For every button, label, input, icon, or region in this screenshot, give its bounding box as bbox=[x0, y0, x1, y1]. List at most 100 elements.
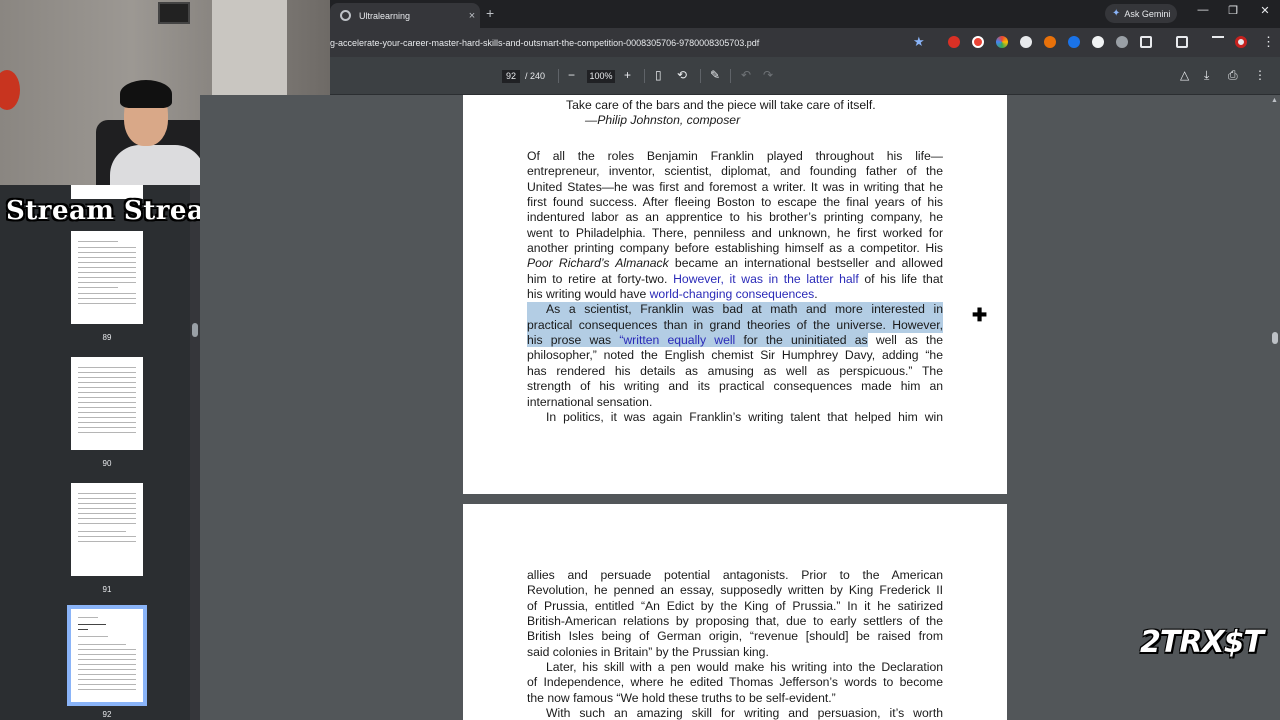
thumbnail-sidebar: 89 90 91 92 bbox=[0, 185, 200, 720]
close-tab-icon[interactable]: × bbox=[464, 10, 480, 22]
text-span: his prose was bbox=[527, 333, 620, 348]
sparkle-icon: ✦ bbox=[1112, 8, 1121, 19]
text-span: became an international bestseller and a… bbox=[668, 256, 943, 271]
minimize-button[interactable]: — bbox=[1188, 4, 1218, 16]
crosshair-cursor-icon: ✚ bbox=[972, 305, 988, 325]
link-text[interactable]: world-changing consequences bbox=[650, 287, 815, 301]
document-scrollbar[interactable]: ▲ bbox=[1270, 95, 1280, 720]
thumbnail-page-number: 91 bbox=[102, 585, 112, 594]
text-line: allies and persuade potential antagonist… bbox=[527, 568, 943, 582]
tab-title: Ultralearning bbox=[359, 10, 411, 21]
scroll-up-icon[interactable]: ▲ bbox=[1271, 97, 1278, 104]
text-line: of Independence, where he edited Thomas … bbox=[527, 675, 943, 690]
text-line: his prose was “written equally well for … bbox=[527, 333, 943, 348]
picture-frame bbox=[158, 2, 190, 24]
text-line: Later, his skill with a pen would make h… bbox=[546, 660, 943, 675]
link-text[interactable]: “written equally well bbox=[619, 333, 735, 347]
screen: Ultralearning × + ✦ Ask Gemini — ❐ ✕ g-a… bbox=[0, 0, 1280, 720]
extension-icon[interactable] bbox=[1116, 36, 1128, 48]
scrollbar-thumb[interactable] bbox=[1272, 332, 1278, 344]
text-line: Revolution, he penned an essay, supposed… bbox=[527, 583, 943, 598]
ask-gemini-label: Ask Gemini bbox=[1124, 8, 1171, 19]
divider bbox=[558, 69, 559, 83]
close-window-button[interactable]: ✕ bbox=[1250, 4, 1280, 17]
text-line: went to Philadelphia. There, penniless a… bbox=[527, 225, 943, 240]
undo-icon[interactable]: ↶ bbox=[741, 68, 751, 82]
highlighted-line[interactable]: practical consequences than in grand the… bbox=[527, 317, 943, 334]
extension-icon[interactable] bbox=[972, 36, 984, 48]
ask-gemini-button[interactable]: ✦ Ask Gemini bbox=[1105, 4, 1178, 23]
media-icon[interactable] bbox=[1176, 36, 1188, 48]
print-icon[interactable]: ⎙ bbox=[1228, 68, 1238, 83]
restore-button[interactable]: ❐ bbox=[1218, 4, 1248, 17]
thumbnail-page[interactable] bbox=[71, 483, 143, 576]
text-span: for the uninitiated as bbox=[735, 333, 868, 348]
extension-icon[interactable] bbox=[1044, 36, 1056, 48]
zoom-out-button[interactable]: − bbox=[568, 68, 575, 82]
page-total: / 240 bbox=[525, 71, 546, 81]
highlighted-span[interactable]: his prose was “written equally well for … bbox=[527, 333, 868, 348]
link-text[interactable]: However, it was in the latter half bbox=[673, 272, 859, 286]
sidebar-scrollbar[interactable] bbox=[190, 185, 200, 720]
redo-icon[interactable]: ↷ bbox=[763, 68, 773, 82]
text-line: United States—he was first and foremost … bbox=[527, 179, 943, 194]
text-line: of Prussia, entitled “An Edict by the Ki… bbox=[527, 598, 943, 613]
pdf-viewer: Take care of the bars and the piece will… bbox=[200, 95, 1270, 720]
thumbnail-page-selected[interactable] bbox=[67, 605, 147, 706]
bookmark-star-icon[interactable]: ★ bbox=[913, 34, 925, 50]
text-line: another printing company before establis… bbox=[527, 241, 943, 256]
address-bar[interactable]: g-accelerate-your-career-master-hard-ski… bbox=[330, 34, 930, 52]
text-line: said colonies in Britain” by the Prussia… bbox=[527, 644, 769, 659]
divider bbox=[644, 69, 645, 83]
thumbnail-page[interactable] bbox=[71, 231, 143, 324]
extension-icon[interactable] bbox=[1020, 36, 1032, 48]
text-span: of his life that bbox=[858, 271, 944, 286]
thumbnail-page-number: 90 bbox=[102, 459, 112, 468]
text-line: Poor Richard’s Almanack became an intern… bbox=[527, 256, 943, 271]
text-line: British-American relations by proposing … bbox=[527, 614, 943, 629]
body-text: Of all the roles Benjamin Franklin playe… bbox=[527, 149, 943, 425]
extension-icon[interactable] bbox=[996, 36, 1008, 48]
extension-icon[interactable] bbox=[1068, 36, 1080, 48]
scrollbar-thumb[interactable] bbox=[192, 323, 198, 337]
divider bbox=[730, 69, 731, 83]
text-line: Of all the roles Benjamin Franklin playe… bbox=[527, 149, 943, 163]
profile-avatar[interactable] bbox=[1235, 36, 1247, 48]
text-span: . bbox=[814, 287, 818, 302]
annotate-icon[interactable]: ✎ bbox=[710, 68, 720, 82]
menu-icon[interactable]: ⋮ bbox=[1262, 34, 1275, 50]
text-line: entrepreneur, inventor, scientist, diplo… bbox=[527, 164, 943, 179]
text-line: In politics, it was again Franklin’s wri… bbox=[546, 409, 943, 424]
new-tab-button[interactable]: + bbox=[486, 5, 494, 21]
zoom-in-button[interactable]: + bbox=[624, 68, 631, 82]
extension-icon[interactable] bbox=[948, 36, 960, 48]
download-icon[interactable]: ⤓ bbox=[1204, 68, 1209, 83]
text-line: philosopher,” noted the English chemist … bbox=[527, 348, 943, 363]
fit-page-icon[interactable]: ▯ bbox=[655, 68, 662, 82]
text-span: his writing would have bbox=[527, 287, 650, 302]
pdf-page: Take care of the bars and the piece will… bbox=[463, 95, 1007, 494]
more-options-icon[interactable]: ⋮ bbox=[1254, 68, 1266, 82]
text-line: his writing would have world-changing co… bbox=[527, 287, 943, 302]
channel-logo: 2TRX$T bbox=[1140, 625, 1264, 660]
pdf-page: allies and persuade potential antagonist… bbox=[463, 504, 1007, 720]
zoom-input[interactable]: 100% bbox=[587, 70, 615, 83]
body-text: allies and persuade potential antagonist… bbox=[527, 568, 943, 720]
text-line: the now famous “We hold these truths to … bbox=[527, 690, 836, 705]
book-title: Poor Richard’s Almanack bbox=[527, 256, 669, 271]
extension-icon[interactable] bbox=[1092, 36, 1104, 48]
thumbnail-page[interactable] bbox=[71, 357, 143, 450]
text-line: international sensation. bbox=[527, 394, 653, 409]
drive-icon[interactable]: △ bbox=[1180, 68, 1189, 82]
epigraph-author: —Philip Johnston, composer bbox=[585, 113, 741, 127]
rotate-icon[interactable]: ⟲ bbox=[677, 68, 687, 82]
tab-ultralearning[interactable]: Ultralearning × bbox=[330, 3, 480, 28]
text-line: strength of his writing and its practica… bbox=[527, 379, 943, 394]
puzzle-icon[interactable] bbox=[1140, 36, 1152, 48]
text-line: British Isles being of German origin, “r… bbox=[527, 629, 943, 644]
text-span: him to retire at forty-two. bbox=[527, 271, 674, 286]
highlighted-line[interactable]: As a scientist, Franklin was bad at math… bbox=[527, 302, 943, 318]
reading-list-icon[interactable] bbox=[1212, 36, 1224, 48]
text-span: well as the bbox=[867, 333, 943, 348]
page-number-input[interactable]: 92 bbox=[502, 70, 520, 83]
